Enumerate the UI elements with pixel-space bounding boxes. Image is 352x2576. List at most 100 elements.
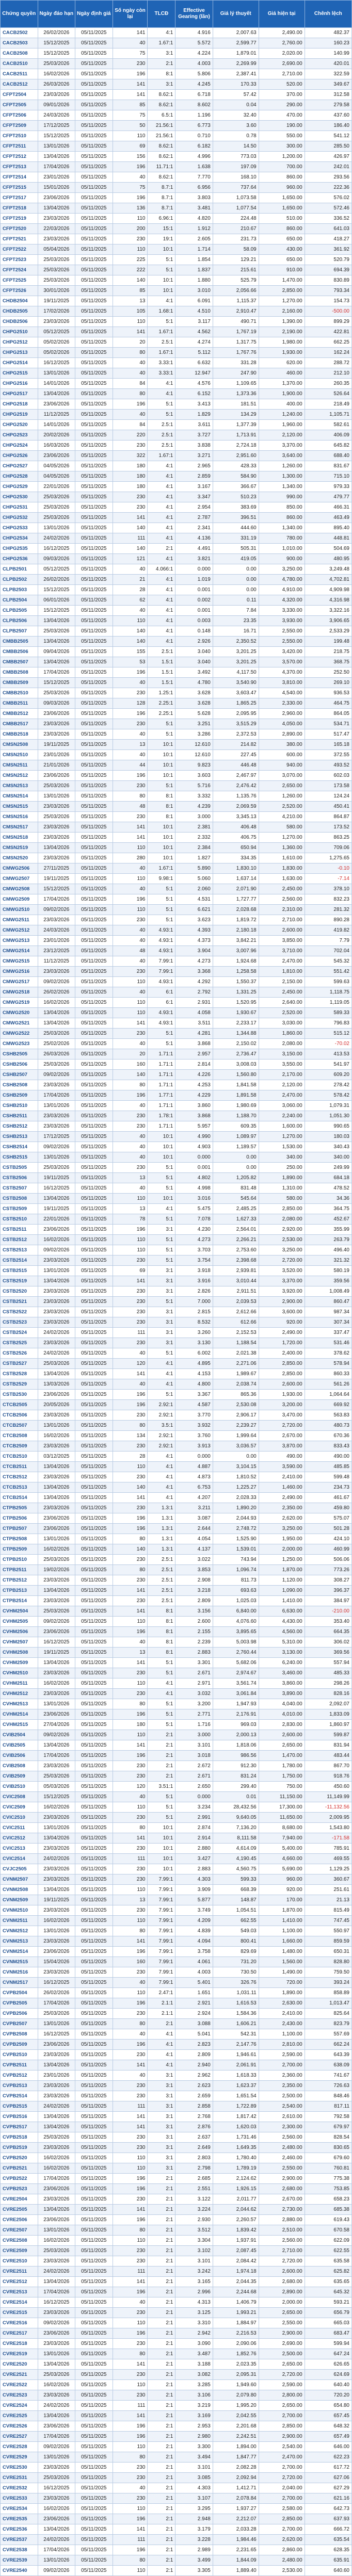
cell-difference: 621.16 (304, 2493, 352, 2504)
cell-current-price: 1,750.00 (258, 1771, 305, 1782)
cell-conversion-ratio: 2:1 (147, 2297, 176, 2308)
cell-current-price: 860.00 (258, 172, 305, 183)
cell-conversion-ratio: 1.67:1 (147, 38, 176, 48)
cell-days-remaining: 196 (112, 69, 148, 79)
cell-conversion-ratio: 1.71:1 (147, 1059, 176, 1070)
cell-difference: 165.18 (304, 739, 352, 750)
cell-expiry-date: 13/01/2026 (37, 1926, 76, 1936)
table-row: CVRE2522 16/02/2026 05/11/2025 110 2:1 3.285 1… (0, 2379, 352, 2390)
cell-conversion-ratio: 2.25:1 (147, 708, 176, 719)
cell-days-remaining: 110 (112, 873, 148, 884)
cell-current-price: 2,620.00 (258, 2534, 305, 2545)
cell-difference: 825.64 (304, 2008, 352, 2019)
cell-theoretical-price: 800.41 (212, 1936, 259, 1947)
cell-current-price: 2,810.00 (258, 2039, 305, 2050)
cell-valuation-date: 05/11/2025 (75, 1038, 113, 1049)
cell-theoretical-price: 2,180.18 (212, 925, 259, 936)
cell-valuation-date: 05/11/2025 (75, 2359, 113, 2370)
cell-theoretical-price: 383.69 (212, 502, 259, 513)
cell-difference: 643.39 (304, 2049, 352, 2060)
cell-expiry-date: 25/03/2026 (37, 1358, 76, 1369)
table-row: CTPB2512 23/03/2026 05/11/2025 230 2.5:1 2.90… (0, 1575, 352, 1586)
cell-warrant: CSTB2514 (0, 1255, 38, 1266)
table-row: CVHM2505 09/02/2026 05/11/2025 110 8:1 2.600 4… (0, 1616, 352, 1627)
cell-current-price: 1,010.00 (258, 543, 305, 554)
cell-effective-gearing: 3.727 (175, 430, 213, 441)
cell-conversion-ratio: 1.5:1 (147, 657, 176, 667)
cell-days-remaining: 110 (112, 1616, 148, 1627)
cell-difference: 242.01 (304, 161, 352, 172)
cell-days-remaining: 230 (112, 58, 148, 69)
cell-valuation-date: 05/11/2025 (75, 2183, 113, 2194)
cell-expiry-date: 16/02/2026 (37, 1544, 76, 1555)
cell-conversion-ratio: 5:1 (147, 1657, 176, 1668)
cell-expiry-date: 13/04/2026 (37, 1884, 76, 1895)
cell-valuation-date: 05/11/2025 (75, 265, 113, 275)
cell-conversion-ratio: 2:1 (147, 1740, 176, 1751)
cell-difference: 485.33 (304, 1668, 352, 1678)
cell-expiry-date: 05/02/2026 (37, 337, 76, 348)
cell-current-price: 2,700.00 (258, 2060, 305, 2070)
cell-theoretical-price: 2,350.52 (212, 636, 259, 647)
cell-conversion-ratio: 2:1 (147, 2256, 176, 2267)
cell-expiry-date: 13/01/2026 (37, 1699, 76, 1709)
cell-days-remaining: 80 (112, 1420, 148, 1431)
cell-valuation-date: 05/11/2025 (75, 1957, 113, 1967)
cell-current-price: 4,780.00 (258, 574, 305, 585)
cell-current-price: 4,010.00 (258, 1709, 305, 1720)
cell-valuation-date: 05/11/2025 (75, 1368, 113, 1379)
cell-effective-gearing: 2.814 (175, 1059, 213, 1070)
cell-current-price: 2,310.00 (258, 904, 305, 915)
cell-days-remaining: 85 (112, 285, 148, 296)
cell-difference: 817.11 (304, 2101, 352, 2112)
cell-theoretical-price: 2,033.28 (212, 2524, 259, 2535)
cell-warrant: CHPG2520 (0, 419, 38, 430)
cell-expiry-date: 23/03/2026 (37, 2462, 76, 2473)
table-row: CLPB2503 15/12/2025 05/11/2025 28 4:1 0.001 0.… (0, 584, 352, 595)
cell-theoretical-price: 1,377.39 (212, 419, 259, 430)
cell-warrant: CVNM2511 (0, 1915, 38, 1926)
cell-effective-gearing: 4.239 (175, 801, 213, 812)
cell-conversion-ratio: 11.71:1 (147, 161, 176, 172)
cell-current-price: 2,860.00 (258, 2545, 305, 2555)
cell-expiry-date: 23/12/2025 (37, 945, 76, 956)
cell-difference: 823.79 (304, 2018, 352, 2029)
cell-effective-gearing: 0.000 (175, 1451, 213, 1462)
cell-valuation-date: 05/11/2025 (75, 2049, 113, 2060)
cell-effective-gearing: 3.224 (175, 2204, 213, 2215)
table-row: CVRE2523 23/03/2026 05/11/2025 230 2:1 3.106 2… (0, 2390, 352, 2401)
cell-difference: 308.27 (304, 1575, 352, 1586)
cell-effective-gearing: 2.914 (175, 1833, 213, 1844)
cell-theoretical-price: 829.69 (212, 1946, 259, 1957)
cell-effective-gearing: 3.623 (175, 915, 213, 925)
cell-warrant: CVNM2513 (0, 1936, 38, 1947)
cell-theoretical-price: 1,560.80 (212, 1069, 259, 1080)
cell-current-price: 3,060.00 (258, 1100, 305, 1111)
cell-days-remaining: 80 (112, 1926, 148, 1936)
cell-conversion-ratio: 2:1 (147, 2400, 176, 2411)
cell-warrant: CVIC2513 (0, 1843, 38, 1854)
cell-current-price: 1,270.00 (258, 832, 305, 843)
cell-effective-gearing: 3.102 (175, 2245, 213, 2256)
cell-conversion-ratio: 4:1 (147, 574, 176, 585)
cell-warrant: CVPB2506 (0, 2008, 38, 2019)
cell-valuation-date: 05/11/2025 (75, 1760, 113, 1771)
cell-conversion-ratio: 4:1 (147, 471, 176, 482)
cell-expiry-date: 25/03/2026 (37, 1554, 76, 1565)
table-row: CVPB2522 17/04/2026 05/11/2025 196 2:1 2.685 2… (0, 2173, 352, 2184)
cell-current-price: 1,470.00 (258, 1750, 305, 1761)
cell-effective-gearing: 4.003 (175, 58, 213, 69)
cell-effective-gearing: 4.058 (175, 1007, 213, 1018)
table-row: CMWG2508 15/12/2025 05/11/2025 40 5:1 2.060 2,… (0, 884, 352, 894)
cell-difference: 936.53 (304, 688, 352, 698)
cell-days-remaining: 111 (112, 2400, 148, 2411)
table-row: CFPT2519 23/03/2026 05/11/2025 110 6.96:1 4.8… (0, 213, 352, 224)
cell-effective-gearing: 2.957 (175, 1049, 213, 1059)
cell-effective-gearing: 1.827 (175, 853, 213, 863)
cell-valuation-date: 05/11/2025 (75, 1028, 113, 1039)
table-row: CFPT2521 23/03/2026 05/11/2025 230 19:1 2.605… (0, 234, 352, 244)
table-row: CVRE2505 13/04/2026 05/11/2025 141 2:1 3.224 2… (0, 2204, 352, 2215)
table-row: CSHB2505 26/03/2026 05/11/2025 20 1.71:1 2.95… (0, 1049, 352, 1059)
cell-conversion-ratio: 2.5:1 (147, 430, 176, 441)
cell-theoretical-price: 2,071.90 (212, 884, 259, 894)
